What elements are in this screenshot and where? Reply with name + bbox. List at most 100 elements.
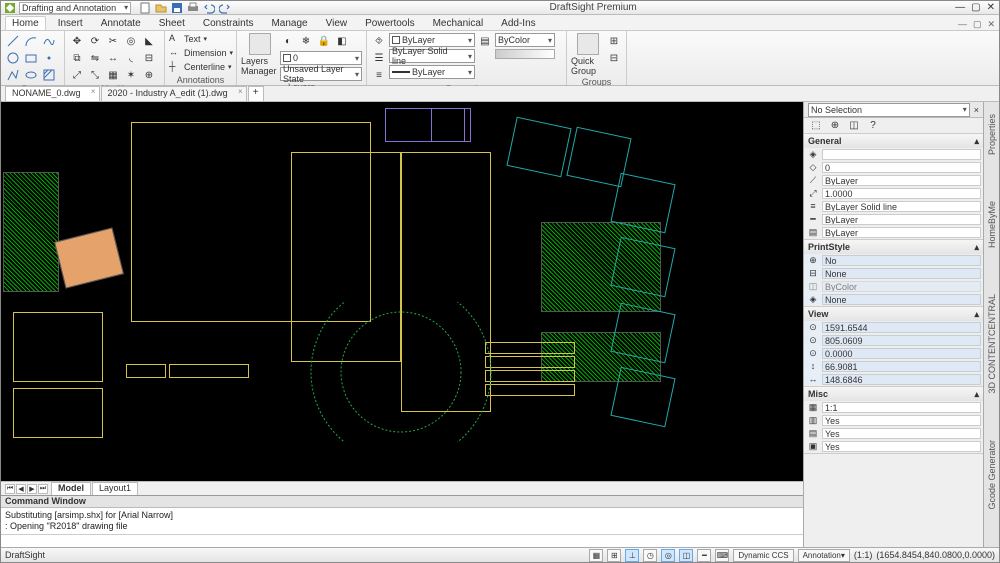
bycolor-combo[interactable]: ByColor (495, 33, 555, 47)
drawing-canvas[interactable] (1, 102, 803, 481)
tab-annotate[interactable]: Annotate (95, 17, 147, 30)
prop-ps[interactable]: None (822, 294, 981, 305)
tab-sheet[interactable]: Sheet (153, 17, 191, 30)
open-icon[interactable] (155, 2, 167, 14)
tab-view[interactable]: View (320, 17, 354, 30)
file-tab[interactable]: 2020 - Industry A_edit (1).dwg× (101, 86, 247, 101)
sidetab-gcode[interactable]: Gcode Generator (986, 432, 998, 518)
explode-icon[interactable]: ✶ (123, 67, 139, 83)
sidetab-homebyme[interactable]: HomeByMe (986, 193, 998, 256)
tab-insert[interactable]: Insert (52, 17, 89, 30)
sidetab-properties[interactable]: Properties (986, 106, 998, 163)
prop-ps[interactable]: None (822, 268, 981, 279)
color-combo[interactable]: ByLayer (389, 33, 475, 47)
tab-home[interactable]: Home (5, 16, 46, 30)
annotation-toggle[interactable]: Annotation ▾ (798, 549, 850, 562)
hatch-icon[interactable] (41, 67, 57, 83)
props-icon[interactable]: ☰ (371, 50, 387, 66)
pick-add-icon[interactable]: ⊕ (827, 118, 843, 134)
dimension-label[interactable]: Dimension (184, 48, 227, 58)
tab-close-icon[interactable]: × (91, 87, 96, 96)
line-icon[interactable] (5, 33, 21, 49)
layer-freeze-icon[interactable]: ❄ (298, 33, 314, 49)
sheet-next-icon[interactable]: ▶ (27, 484, 37, 494)
lineweight-combo[interactable]: ByLayer (389, 65, 475, 79)
prop-view-y[interactable]: 805.0609 (822, 335, 981, 346)
scale-icon[interactable]: ⤡ (87, 67, 103, 83)
help-icon[interactable]: ? (865, 118, 881, 134)
section-misc[interactable]: Misc (808, 389, 828, 399)
polar-toggle[interactable]: ◷ (643, 549, 657, 562)
ungroup-icon[interactable]: ⊟ (606, 50, 622, 66)
prop-view-w[interactable]: 148.6846 (822, 374, 981, 385)
stretch-icon[interactable]: ⤢ (69, 67, 85, 83)
centerline-tool-icon[interactable]: ┼ (169, 61, 181, 73)
tab-mechanical[interactable]: Mechanical (427, 17, 490, 30)
circle-icon[interactable] (5, 50, 21, 66)
redo-icon[interactable] (219, 2, 231, 14)
ellipse-icon[interactable] (23, 67, 39, 83)
tab-manage[interactable]: Manage (265, 17, 313, 30)
match-props-icon[interactable]: ⯑ (371, 33, 387, 49)
snap-toggle[interactable]: ▦ (589, 549, 603, 562)
tab-powertools[interactable]: Powertools (359, 17, 420, 30)
dimension-tool-icon[interactable]: ↔ (169, 47, 181, 59)
layer-state-combo[interactable]: Unsaved Layer State (280, 67, 362, 81)
tab-constraints[interactable]: Constraints (197, 17, 260, 30)
collapse-icon[interactable]: ▴ (974, 136, 979, 147)
mirror-icon[interactable]: ⇋ (87, 50, 103, 66)
sheet-tab-layout[interactable]: Layout1 (92, 482, 138, 495)
prop-layer[interactable]: 0 (822, 162, 981, 173)
prop-linetype[interactable]: ByLayer Solid line (822, 201, 981, 212)
command-input[interactable] (1, 534, 803, 547)
text-label[interactable]: Text (184, 34, 201, 44)
sheet-last-icon[interactable]: ⏭ (38, 484, 48, 494)
centerline-label[interactable]: Centerline (184, 62, 225, 72)
selection-combo[interactable]: No Selection (808, 103, 970, 117)
active-layer-combo[interactable]: 0 (280, 51, 362, 65)
prop-view-z[interactable]: 0.0000 (822, 348, 981, 359)
collapse-icon[interactable]: ▴ (974, 389, 979, 400)
tab-close-icon[interactable]: × (238, 87, 243, 96)
transparency-icon[interactable]: ▤ (477, 33, 493, 49)
prop-misc[interactable]: Yes (822, 428, 981, 439)
break-icon[interactable]: ⊟ (141, 50, 157, 66)
prop-ps[interactable]: No (822, 255, 981, 266)
arc-icon[interactable] (23, 33, 39, 49)
layers-manager-button[interactable]: Layers Manager (241, 33, 278, 76)
prop-misc[interactable]: Yes (822, 415, 981, 426)
print-icon[interactable] (187, 2, 199, 14)
doc-close-button[interactable]: ✕ (987, 19, 995, 30)
close-button[interactable]: ✕ (987, 2, 995, 13)
join-icon[interactable]: ⊕ (141, 67, 157, 83)
select-icon[interactable]: ◫ (846, 118, 862, 134)
sheet-prev-icon[interactable]: ◀ (16, 484, 26, 494)
chamfer-icon[interactable]: ◣ (141, 33, 157, 49)
prop-misc[interactable]: 1:1 (822, 402, 981, 413)
save-icon[interactable] (171, 2, 183, 14)
group-edit-icon[interactable]: ⊞ (606, 33, 622, 49)
grid-toggle[interactable]: ⊞ (607, 549, 621, 562)
lwt-toggle[interactable]: ━ (697, 549, 711, 562)
etrack-toggle[interactable]: ◫ (679, 549, 693, 562)
section-printstyle[interactable]: PrintStyle (808, 242, 850, 252)
prop-view-h[interactable]: 66.9081 (822, 361, 981, 372)
collapse-icon[interactable]: ▴ (974, 309, 979, 320)
doc-max-button[interactable]: ▢ (973, 19, 982, 30)
qinput-toggle[interactable]: ⌨ (715, 549, 729, 562)
transparency-slider[interactable] (495, 49, 555, 59)
spline-icon[interactable] (41, 33, 57, 49)
layer-color-icon[interactable]: ◧ (334, 33, 350, 49)
section-general[interactable]: General (808, 136, 842, 146)
sheet-tab-model[interactable]: Model (51, 482, 91, 495)
prop-transparency[interactable]: ByLayer (822, 227, 981, 238)
min-button[interactable]: — (955, 2, 965, 13)
rotate-icon[interactable]: ⟳ (87, 33, 103, 49)
quick-group-button[interactable]: Quick Group (571, 33, 604, 76)
prop-view-x[interactable]: 1591.6544 (822, 322, 981, 333)
offset-icon[interactable]: ◎ (123, 33, 139, 49)
extend-icon[interactable]: ↔ (105, 50, 121, 66)
point-icon[interactable] (41, 50, 57, 66)
doc-min-button[interactable]: — (958, 19, 967, 30)
new-tab-button[interactable]: + (248, 86, 264, 101)
